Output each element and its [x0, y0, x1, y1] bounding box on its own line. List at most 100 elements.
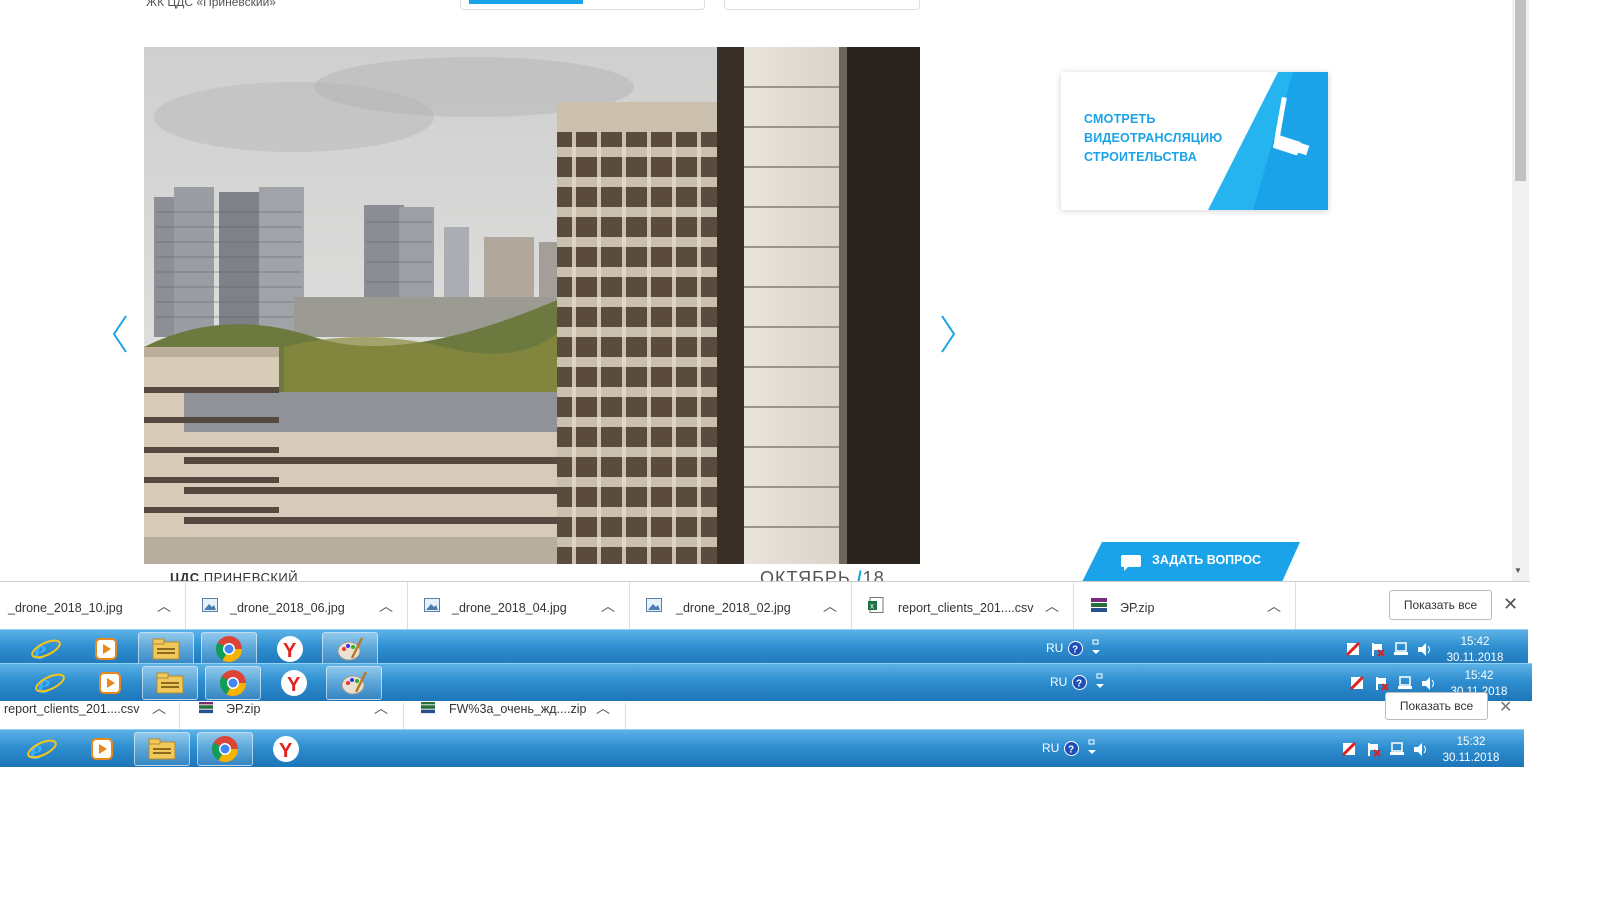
download-item[interactable]: _drone_2018_06.jpg ︿ [186, 582, 408, 630]
slider-next-arrow-icon[interactable] [936, 312, 960, 356]
download-filename: ЭР.zip [226, 702, 261, 716]
zip-archive-icon [421, 702, 435, 714]
scroll-down-arrow-icon[interactable]: ▼ [1514, 566, 1522, 575]
action-center-flag-icon[interactable] [1370, 642, 1385, 657]
chat-bubble-icon [1121, 555, 1141, 571]
download-filename: report_clients_201....csv [898, 601, 1034, 615]
action-center-flag-icon[interactable] [1374, 676, 1389, 691]
language-options-icon[interactable] [1091, 639, 1101, 657]
windows-taskbar-lower: e Y RU ? 15:32 30.11.2018 [0, 729, 1524, 767]
clock-date: 30.11.2018 [1442, 752, 1500, 764]
page-scrollbar-thumb[interactable] [1515, 0, 1526, 181]
download-filename: _drone_2018_04.jpg [452, 601, 567, 615]
yandex-browser-icon[interactable]: Y [258, 732, 314, 766]
volume-icon[interactable] [1421, 676, 1437, 691]
download-item[interactable]: FW%3a_очень_жд....zip ︿ [404, 702, 626, 730]
svg-text:?: ? [1072, 645, 1078, 656]
action-center-flag-icon[interactable] [1366, 742, 1381, 757]
close-download-bar-icon[interactable]: ✕ [1503, 594, 1518, 615]
tab-active-indicator [469, 0, 583, 4]
svg-text:?: ? [1068, 745, 1074, 756]
paint-icon[interactable] [326, 666, 382, 700]
chevron-up-icon[interactable]: ︿ [1267, 596, 1281, 616]
download-bar: _drone_2018_10.jpg ︿ _drone_2018_06.jpg … [0, 581, 1530, 630]
svg-text:x: x [870, 602, 874, 611]
antivirus-icon[interactable] [1342, 742, 1357, 757]
clock-time: 15:42 [1464, 670, 1494, 682]
web-page: ЖК ЦДС «Приневский» ЦДС ПРИНЕВСКИЙ ОКТЯБ… [0, 0, 1512, 581]
help-icon[interactable]: ? [1072, 675, 1087, 690]
zip-archive-icon [1091, 598, 1107, 612]
chevron-up-icon[interactable]: ︿ [374, 702, 388, 718]
language-indicator[interactable]: RU [1046, 641, 1063, 655]
yandex-browser-icon[interactable]: Y [266, 666, 322, 700]
site-breadcrumb[interactable]: ЖК ЦДС «Приневский» [146, 0, 276, 9]
chrome-icon[interactable] [201, 632, 257, 666]
download-item[interactable]: ЭР.zip ︿ [1074, 582, 1296, 630]
watch-stream-card[interactable]: СМОТРЕТЬ ВИДЕОТРАНСЛЯЦИЮ СТРОИТЕЛЬСТВА [1061, 72, 1328, 210]
slide-caption-project: ЦДС ПРИНЕВСКИЙ [170, 570, 298, 581]
file-explorer-icon[interactable] [138, 632, 194, 666]
help-icon[interactable]: ? [1064, 741, 1079, 756]
chrome-icon[interactable] [205, 666, 261, 700]
chevron-up-icon[interactable]: ︿ [152, 702, 166, 718]
chevron-up-icon[interactable]: ︿ [379, 596, 393, 616]
chevron-up-icon[interactable]: ︿ [596, 702, 610, 718]
internet-explorer-icon[interactable]: e [18, 632, 74, 666]
chrome-icon[interactable] [197, 732, 253, 766]
download-filename: ЭР.zip [1120, 601, 1155, 615]
language-options-icon[interactable] [1095, 673, 1105, 691]
download-filename: _drone_2018_02.jpg [676, 601, 791, 615]
show-all-downloads-button[interactable]: Показать все [1385, 692, 1488, 720]
paint-icon[interactable] [322, 632, 378, 666]
download-item[interactable]: ЭР.zip ︿ [180, 702, 404, 730]
yandex-browser-icon[interactable]: Y [262, 632, 318, 666]
slide-caption-date: ОКТЯБРЬ /18 [760, 568, 885, 581]
media-player-icon[interactable] [78, 632, 134, 666]
volume-icon[interactable] [1413, 742, 1429, 757]
chevron-up-icon[interactable]: ︿ [1045, 596, 1059, 616]
media-player-icon[interactable] [82, 666, 138, 700]
ask-question-button[interactable]: ЗАДАТЬ ВОПРОС [1082, 542, 1300, 581]
language-options-icon[interactable] [1087, 739, 1097, 757]
chevron-up-icon[interactable]: ︿ [823, 596, 837, 616]
close-download-bar-icon[interactable]: ✕ [1499, 697, 1512, 717]
download-item[interactable]: _drone_2018_02.jpg ︿ [630, 582, 852, 630]
clock-time: 15:32 [1456, 736, 1486, 748]
download-item[interactable]: x report_clients_201....csv ︿ [852, 582, 1074, 630]
antivirus-icon[interactable] [1346, 642, 1361, 657]
show-all-downloads-button[interactable]: Показать все [1389, 590, 1492, 620]
download-item[interactable]: _drone_2018_04.jpg ︿ [408, 582, 630, 630]
network-icon[interactable] [1389, 742, 1405, 757]
language-indicator[interactable]: RU [1042, 741, 1059, 755]
image-file-icon [202, 598, 218, 612]
media-player-icon[interactable] [74, 732, 130, 766]
network-icon[interactable] [1397, 676, 1413, 691]
system-clock[interactable]: 15:42 30.11.2018 [1440, 634, 1510, 666]
image-file-icon [424, 598, 440, 612]
internet-explorer-icon[interactable]: e [14, 732, 70, 766]
download-item[interactable]: report_clients_201....csv ︿ [0, 702, 180, 730]
download-filename: FW%3a_очень_жд....zip [449, 702, 587, 716]
download-filename: report_clients_201....csv [4, 702, 140, 716]
network-icon[interactable] [1393, 642, 1409, 657]
volume-icon[interactable] [1417, 642, 1433, 657]
chevron-up-icon[interactable]: ︿ [157, 596, 171, 616]
antivirus-icon[interactable] [1350, 676, 1365, 691]
download-item[interactable]: _drone_2018_10.jpg ︿ [0, 582, 186, 630]
file-explorer-icon[interactable] [134, 732, 190, 766]
tab-group-secondary[interactable] [724, 0, 920, 10]
help-icon[interactable]: ? [1068, 641, 1083, 656]
windows-taskbar-duplicate: e Y RU ? 15:42 30.11.2018 [0, 663, 1532, 701]
chevron-up-icon[interactable]: ︿ [601, 596, 615, 616]
file-explorer-icon[interactable] [142, 666, 198, 700]
slider-prev-arrow-icon[interactable] [108, 312, 132, 356]
clock-time: 15:42 [1460, 636, 1490, 648]
windows-taskbar: e Y RU ? 15:42 30.11.2018 [0, 629, 1528, 667]
construction-photo [144, 47, 920, 564]
zip-archive-icon [199, 702, 213, 714]
internet-explorer-icon[interactable]: e [22, 666, 78, 700]
svg-text:Y: Y [279, 740, 293, 762]
language-indicator[interactable]: RU [1050, 675, 1067, 689]
system-clock[interactable]: 15:32 30.11.2018 [1436, 734, 1506, 766]
